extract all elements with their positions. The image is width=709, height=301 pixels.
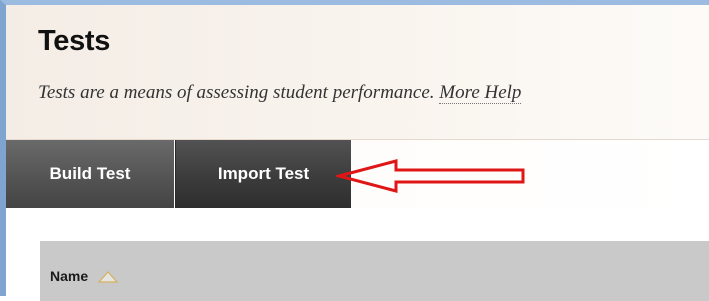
page-frame: Tests Tests are a means of assessing stu… (0, 0, 709, 301)
import-test-button[interactable]: Import Test (175, 140, 351, 208)
table-header: Name (40, 241, 709, 301)
page-title: Tests (38, 25, 111, 57)
page-description-text: Tests are a means of assessing student p… (38, 82, 435, 103)
page-description: Tests are a means of assessing student p… (38, 82, 522, 104)
page-header: Tests Tests are a means of assessing stu… (6, 5, 709, 140)
more-help-link[interactable]: More Help (439, 82, 522, 104)
sort-ascending-icon[interactable] (98, 271, 118, 283)
build-test-button[interactable]: Build Test (6, 140, 174, 208)
left-arrow-icon (336, 159, 525, 193)
name-column-header[interactable]: Name (50, 268, 88, 284)
